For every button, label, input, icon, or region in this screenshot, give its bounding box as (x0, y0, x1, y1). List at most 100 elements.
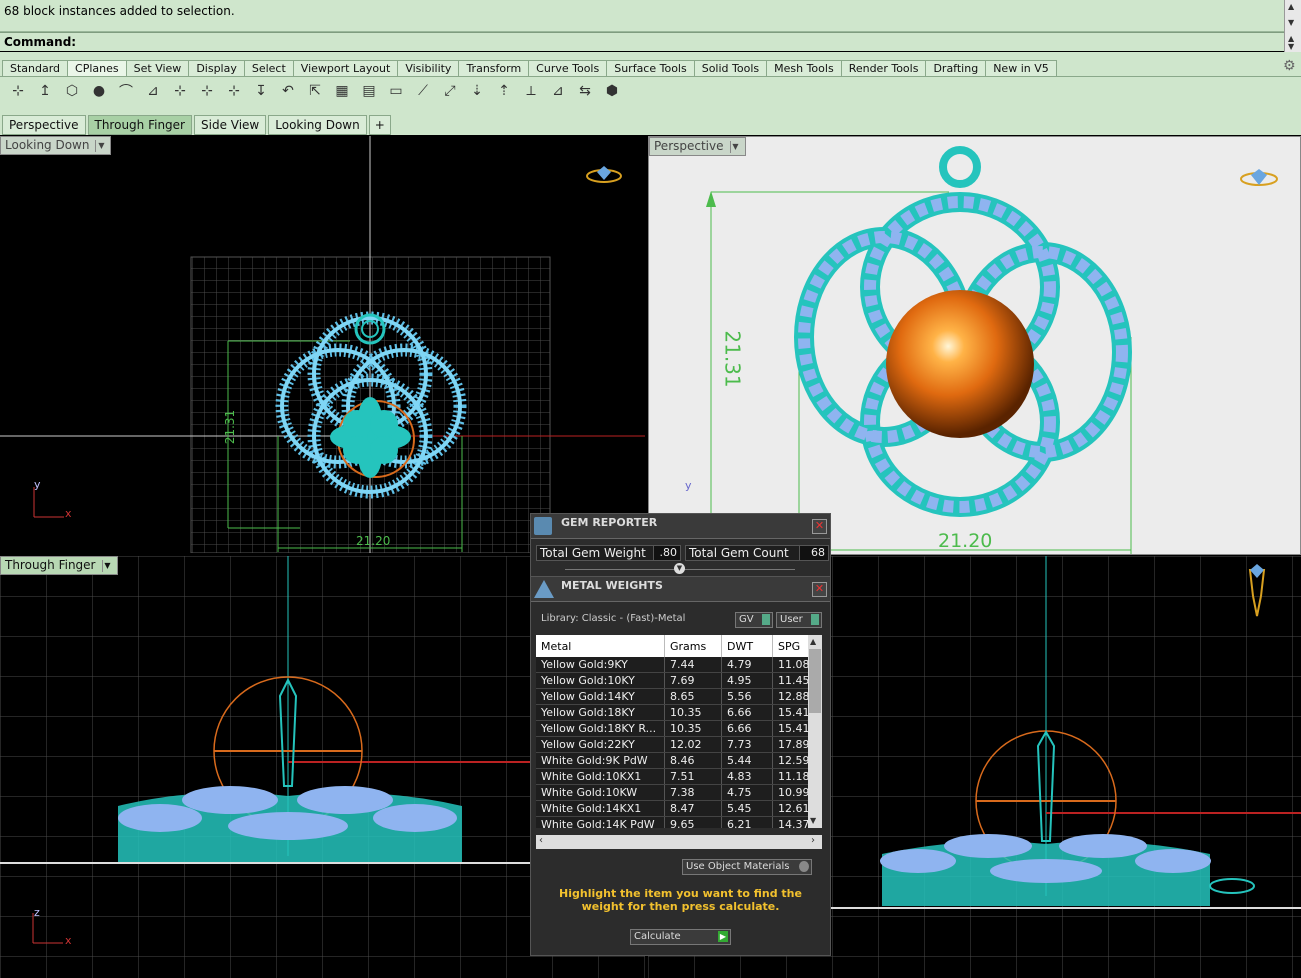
viewport-tab-through-finger[interactable]: Through Finger (87, 115, 192, 135)
viewport-tab-perspective[interactable]: Perspective (2, 115, 86, 135)
toolbar-tab-new-in-v5[interactable]: New in V5 (985, 60, 1057, 76)
table-row[interactable]: White Gold:9K PdW 8.46 5.44 12.59 (536, 752, 820, 769)
scroll-thumb[interactable] (809, 649, 821, 713)
table-vscrollbar[interactable]: ▲ ▼ (808, 635, 822, 828)
cplane-vertical-icon[interactable]: ↧ (249, 80, 273, 102)
gem-reporter-titlebar[interactable]: GEM REPORTER ✕ (531, 514, 830, 539)
toolbar-tab-render-tools[interactable]: Render Tools (840, 60, 927, 76)
cplane-view-icon[interactable]: ⊹ (222, 80, 246, 102)
scroll-left-icon[interactable]: ‹ (539, 835, 543, 846)
table-hscrollbar[interactable]: ‹ › (536, 835, 822, 849)
cplane-up-icon[interactable]: ⇡ (492, 80, 516, 102)
toolbar-tab-solid-tools[interactable]: Solid Tools (693, 60, 768, 76)
table-cell: Yellow Gold:18KY (536, 704, 665, 721)
calculate-button[interactable]: Calculate ▶ (630, 929, 731, 945)
table-row[interactable]: Yellow Gold:14KY 8.65 5.56 12.88 (536, 688, 820, 705)
cplane-zaxis-icon[interactable]: ⊹ (195, 80, 219, 102)
table-row[interactable]: Yellow Gold:9KY 7.44 4.79 11.08 (536, 657, 820, 673)
cplane-prev-next-icon[interactable]: ⇆ (573, 80, 597, 102)
cplane-move-icon[interactable]: ⇣ (465, 80, 489, 102)
table-row[interactable]: White Gold:10KX1 7.51 4.83 11.18 (536, 768, 820, 785)
table-row[interactable]: White Gold:14K PdW 9.65 6.21 14.37 (536, 816, 820, 828)
toolbar-tab-display[interactable]: Display (188, 60, 245, 76)
close-icon[interactable]: ✕ (812, 519, 827, 534)
table-row[interactable]: Yellow Gold:18KY 10.35 6.66 15.41 (536, 704, 820, 721)
toolbar-tab-cplanes[interactable]: CPlanes (67, 60, 127, 76)
close-icon[interactable]: ✕ (812, 582, 827, 597)
viewport-perspective[interactable]: 21.31 21.20 y Perspective ▼ (648, 136, 1301, 555)
cplane-orient-icon[interactable]: ⟂ (519, 80, 543, 102)
gv-toggle[interactable]: GV (735, 612, 773, 628)
toolbar-tab-visibility[interactable]: Visibility (397, 60, 460, 76)
scroll-down-icon[interactable]: ▼ (1288, 42, 1294, 51)
scroll-up-icon[interactable]: ▲ (1288, 2, 1294, 11)
viewport-tab-looking-down[interactable]: Looking Down (268, 115, 367, 135)
gear-icon[interactable]: ⚙ (1283, 58, 1296, 74)
table-cell: 6.21 (721, 816, 773, 828)
gem-reporter-title: GEM REPORTER (561, 516, 658, 529)
scroll-down-icon[interactable]: ▼ (810, 816, 816, 825)
cplane-object-icon[interactable]: ⬡ (60, 80, 84, 102)
save-cplane-icon[interactable]: ▤ (357, 80, 381, 102)
table-row[interactable]: White Gold:14KX1 8.47 5.45 12.61 (536, 800, 820, 817)
table-row[interactable]: Yellow Gold:10KY 7.69 4.95 11.45 (536, 672, 820, 689)
toolbar-tab-drafting[interactable]: Drafting (925, 60, 987, 76)
cplane-undo-icon[interactable]: ↶ (276, 80, 300, 102)
viewport-title: Looking Down (5, 138, 90, 152)
cplane-standard-icon[interactable]: ⬢ (600, 80, 624, 102)
open-cplane-icon[interactable]: ▭ (384, 80, 408, 102)
expand-icon[interactable]: ▼ (674, 563, 685, 574)
toolbar-tab-mesh-tools[interactable]: Mesh Tools (766, 60, 842, 76)
scroll-down-icon[interactable]: ▼ (1288, 18, 1294, 27)
toolbar-tab-standard[interactable]: Standard (2, 60, 69, 76)
viewport-label-through-finger[interactable]: Through Finger ▼ (0, 556, 118, 575)
cplane-3point-icon[interactable]: ⊿ (141, 80, 165, 102)
toggle-icon (811, 614, 819, 625)
column-header-metal[interactable]: Metal (536, 635, 665, 657)
play-icon: ▶ (718, 931, 728, 942)
cplane-world-top-icon[interactable]: ⊹ (6, 80, 30, 102)
perspective-canvas (706, 146, 1278, 554)
viewport-looking-down[interactable]: 21.31 21.20 y x Looking Down ▼ (0, 136, 645, 553)
cplane-sphere-icon[interactable]: ● (87, 80, 111, 102)
dim-vertical-label: 21.31 (223, 409, 238, 445)
user-toggle[interactable]: User (776, 612, 822, 628)
cplane-select-icon[interactable]: ⇱ (303, 80, 327, 102)
grid-icon[interactable]: ▦ (330, 80, 354, 102)
cplane-elevation-icon[interactable]: ↥ (33, 80, 57, 102)
cplane-rotate-icon[interactable]: ⤢ (438, 80, 462, 102)
viewport-tab-side-view[interactable]: Side View (194, 115, 267, 135)
viewport-label-looking-down[interactable]: Looking Down ▼ (0, 136, 112, 155)
looking-down-canvas (0, 136, 645, 553)
cplane-xaxis-icon[interactable]: ⊹ (168, 80, 192, 102)
column-header-grams[interactable]: Grams (664, 635, 722, 657)
toolbar-tab-curve-tools[interactable]: Curve Tools (528, 60, 608, 76)
cplane-set-icon[interactable]: ⊿ (546, 80, 570, 102)
add-viewport-button[interactable]: + (368, 115, 391, 135)
column-header-dwt[interactable]: DWT (721, 635, 773, 657)
table-cell: Yellow Gold:18KY R... (536, 720, 665, 737)
metal-weights-titlebar[interactable]: METAL WEIGHTS ✕ (531, 577, 830, 602)
viewport-label-perspective[interactable]: Perspective ▼ (649, 137, 746, 156)
use-object-materials-button[interactable]: Use Object Materials (682, 859, 812, 875)
table-row[interactable]: White Gold:10KW 7.38 4.75 10.99 (536, 784, 820, 801)
table-row[interactable]: Yellow Gold:22KY 12.02 7.73 17.89 (536, 736, 820, 753)
cplane-curve-icon[interactable]: ⌒ (114, 80, 138, 102)
toolbar-tab-surface-tools[interactable]: Surface Tools (606, 60, 695, 76)
scroll-right-icon[interactable]: › (811, 835, 815, 846)
table-row[interactable]: Yellow Gold:18KY R... 10.35 6.66 15.41 (536, 720, 820, 737)
table-cell: 6.66 (721, 720, 773, 737)
toolbar-tab-transform[interactable]: Transform (458, 60, 530, 76)
viewport-tabs: Perspective Through Finger Side View Lookin… (2, 115, 393, 135)
chevron-down-icon[interactable]: ▼ (729, 140, 741, 153)
scroll-up-icon[interactable]: ▲ (810, 637, 816, 646)
toolbar-tab-set-view[interactable]: Set View (125, 60, 190, 76)
command-line[interactable]: Command: (0, 32, 1284, 51)
toolbar-tab-select[interactable]: Select (243, 60, 294, 76)
chevron-down-icon[interactable]: ▼ (95, 139, 106, 152)
toolbar-tab-viewport-layout[interactable]: Viewport Layout (292, 60, 399, 76)
table-cell: White Gold:9K PdW (536, 752, 665, 769)
chevron-down-icon[interactable]: ▼ (101, 559, 113, 572)
cplane-surface-icon[interactable]: ⟋ (411, 80, 435, 102)
command-scrollbar[interactable]: ▲ ▼ ▲ ▼ (1284, 0, 1301, 52)
